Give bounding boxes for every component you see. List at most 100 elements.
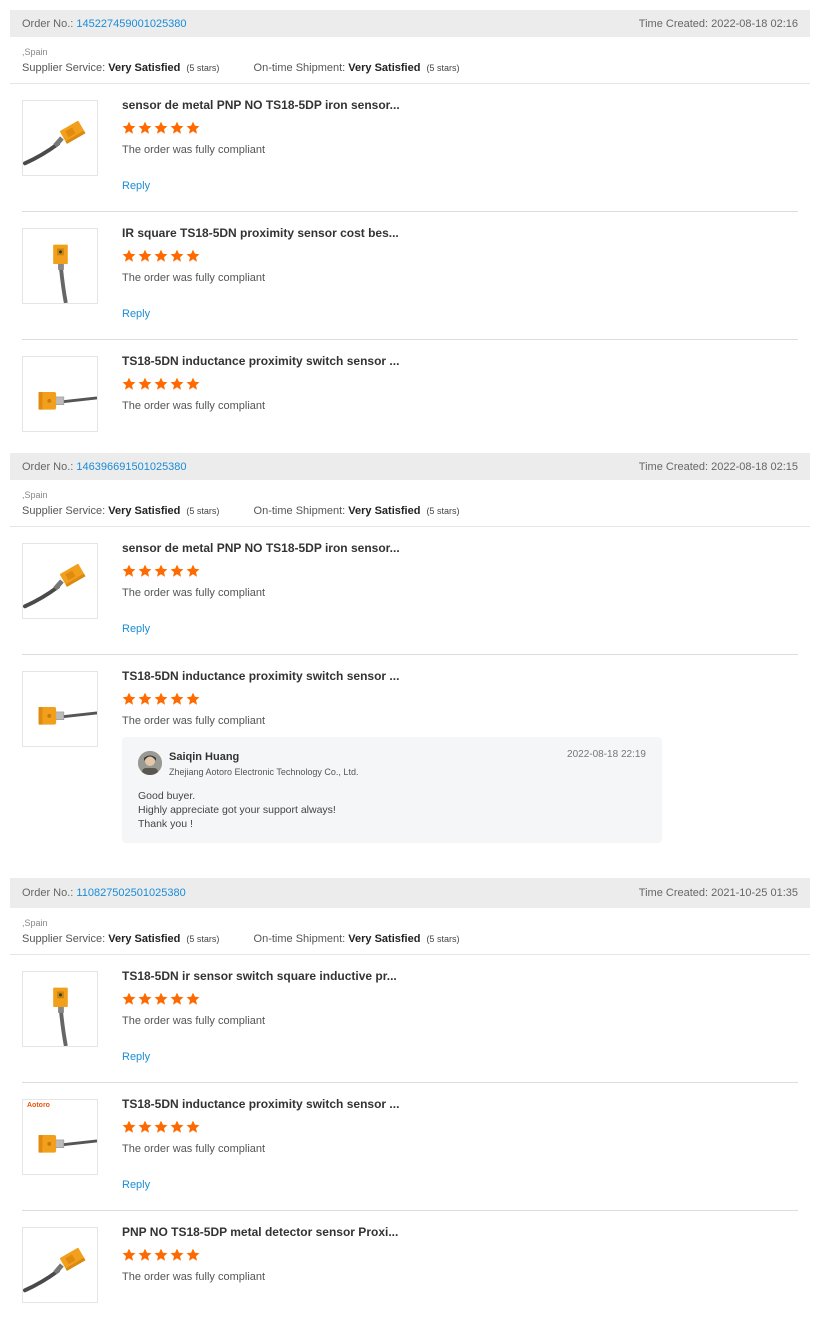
star-icon (138, 692, 152, 709)
product-title[interactable]: PNP NO TS18-5DP metal detector sensor Pr… (122, 1225, 422, 1239)
shipment-value: Very Satisfied (348, 505, 421, 517)
rating-stars (122, 121, 200, 138)
shipment-stars: (5 stars) (426, 934, 460, 944)
supplier-service-stars: (5 stars) (186, 934, 220, 944)
star-icon (122, 377, 136, 394)
rating-stars (122, 564, 200, 581)
order-number-link[interactable]: 146396691501025380 (76, 461, 186, 473)
shipment-label: On-time Shipment: (253, 933, 346, 945)
time-created-label: Time Created: (638, 887, 709, 899)
order-number-link[interactable]: 110827502501025380 (76, 887, 185, 899)
product-title[interactable]: TS18-5DN inductance proximity switch sen… (122, 669, 422, 683)
order-no-label: Order No.: (22, 887, 74, 899)
review-item: Aotoro TS18-5DN inductance proximity swi… (22, 1083, 798, 1211)
rating-stars (122, 1120, 200, 1137)
product-thumbnail[interactable] (22, 971, 98, 1047)
reply-link[interactable]: Reply (122, 180, 150, 192)
buyer-country: ,Spain (22, 490, 48, 500)
supplier-service-label: Supplier Service: (22, 505, 106, 517)
star-icon (122, 1120, 136, 1137)
review-item: IR square TS18-5DN proximity sensor cost… (22, 212, 798, 340)
reply-link[interactable]: Reply (122, 308, 150, 320)
horizontal-sensor-icon (23, 1100, 97, 1174)
order-meta: ,Spain Supplier Service: Very Satisfied (… (10, 480, 810, 527)
supplier-service-stars: (5 stars) (186, 506, 220, 516)
review-comment: The order was fully compliant (122, 144, 266, 156)
avatar (138, 751, 162, 775)
star-icon (186, 692, 200, 709)
product-title[interactable]: TS18-5DN inductance proximity switch sen… (122, 354, 422, 368)
shipment-label: On-time Shipment: (253, 62, 346, 74)
product-title[interactable]: sensor de metal PNP NO TS18-5DP iron sen… (122, 98, 422, 112)
reply-link[interactable]: Reply (122, 1051, 150, 1063)
seller-name: Saiqin Huang (169, 751, 240, 763)
product-title[interactable]: IR square TS18-5DN proximity sensor cost… (122, 226, 422, 240)
star-icon (186, 992, 200, 1009)
star-icon (170, 564, 184, 581)
order-card: Order No.: 146396691501025380 Time Creat… (10, 453, 810, 860)
order-no-label: Order No.: (22, 460, 74, 473)
review-item: TS18-5DN inductance proximity switch sen… (22, 340, 798, 440)
star-icon (138, 564, 152, 581)
cable-sensor-icon (23, 544, 97, 618)
star-icon (122, 692, 136, 709)
product-title[interactable]: TS18-5DN inductance proximity switch sen… (122, 1097, 422, 1111)
product-thumbnail[interactable] (22, 543, 98, 619)
star-icon (122, 992, 136, 1009)
reply-link[interactable]: Reply (122, 623, 150, 635)
star-icon (138, 992, 152, 1009)
order-meta: ,Spain Supplier Service: Very Satisfied (… (10, 37, 810, 84)
star-icon (170, 1120, 184, 1137)
order-ratings: Supplier Service: Very Satisfied (5 stars… (22, 502, 798, 526)
product-thumbnail[interactable] (22, 356, 98, 432)
rating-stars (122, 1248, 200, 1265)
star-icon (170, 121, 184, 138)
review-item: TS18-5DN inductance proximity switch sen… (22, 655, 798, 860)
star-icon (138, 1248, 152, 1265)
time-created-value: 2022-08-18 02:15 (711, 460, 798, 473)
star-icon (154, 249, 168, 266)
reply-link[interactable]: Reply (122, 1179, 150, 1191)
star-icon (186, 377, 200, 394)
supplier-service-stars: (5 stars) (186, 63, 220, 73)
time-created-value: 2021-10-25 01:35 (711, 887, 798, 899)
star-icon (170, 249, 184, 266)
star-icon (186, 1248, 200, 1265)
star-icon (154, 377, 168, 394)
star-icon (122, 1248, 136, 1265)
supplier-service-value: Very Satisfied (108, 62, 181, 74)
review-comment: The order was fully compliant (122, 587, 266, 599)
star-icon (186, 249, 200, 266)
seller-reply: Saiqin Huang Zhejiang Aotoro Electronic … (122, 737, 662, 843)
product-thumbnail[interactable] (22, 1227, 98, 1303)
product-thumbnail[interactable] (22, 228, 98, 304)
rating-stars (122, 692, 200, 709)
order-card: Order No.: 110827502501025380 Time Creat… (10, 878, 810, 1311)
review-comment: The order was fully compliant (122, 1015, 266, 1027)
review-comment: The order was fully compliant (122, 1271, 266, 1283)
product-thumbnail[interactable]: Aotoro (22, 1099, 98, 1175)
order-no-label: Order No.: (22, 17, 74, 30)
star-icon (138, 249, 152, 266)
product-thumbnail[interactable] (22, 671, 98, 747)
product-title[interactable]: TS18-5DN ir sensor switch square inducti… (122, 969, 422, 983)
star-icon (154, 564, 168, 581)
rating-stars (122, 377, 200, 394)
order-number-link[interactable]: 145227459001025380 (76, 18, 186, 30)
review-comment: The order was fully compliant (122, 400, 266, 412)
product-title[interactable]: sensor de metal PNP NO TS18-5DP iron sen… (122, 541, 422, 555)
review-item: TS18-5DN ir sensor switch square inducti… (22, 955, 798, 1083)
product-thumbnail[interactable] (22, 100, 98, 176)
vertical-sensor-icon (23, 972, 97, 1046)
star-icon (154, 692, 168, 709)
review-item: PNP NO TS18-5DP metal detector sensor Pr… (22, 1211, 798, 1311)
buyer-country: ,Spain (22, 918, 48, 928)
order-card: Order No.: 145227459001025380 Time Creat… (10, 10, 810, 440)
order-header: Order No.: 145227459001025380 Time Creat… (10, 10, 810, 37)
review-comment: The order was fully compliant (122, 1143, 266, 1155)
reply-text: Good buyer. Highly appreciate got your s… (138, 790, 336, 830)
star-icon (170, 377, 184, 394)
shipment-value: Very Satisfied (348, 62, 421, 74)
star-icon (186, 564, 200, 581)
review-comment: The order was fully compliant (122, 272, 266, 284)
